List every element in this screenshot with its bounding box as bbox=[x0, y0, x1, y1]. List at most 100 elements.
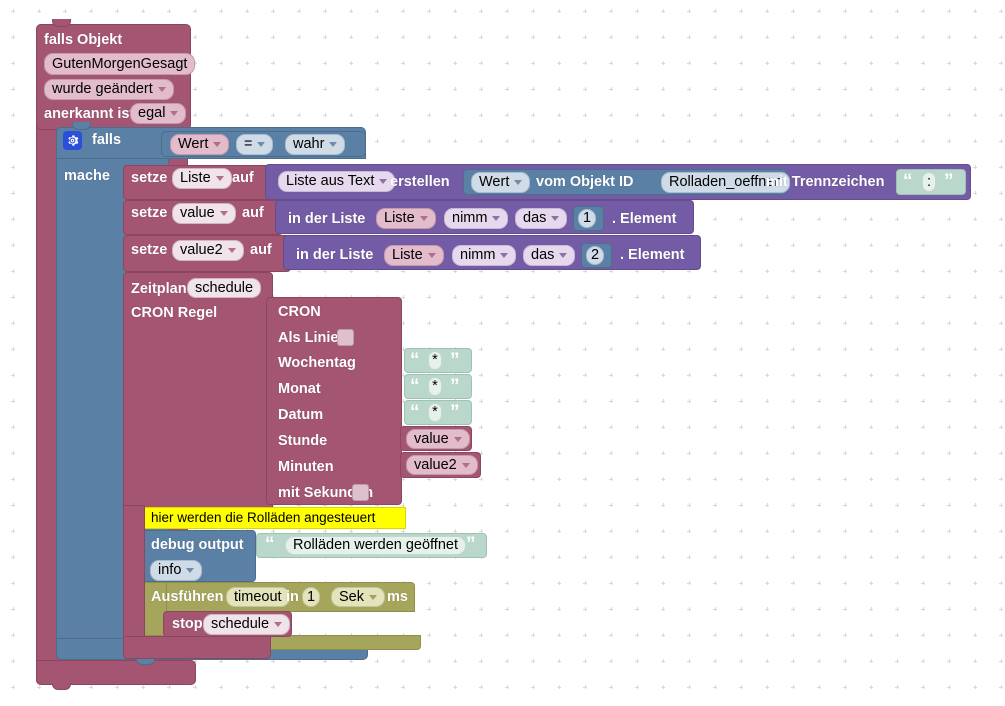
which-label-2: das bbox=[531, 247, 555, 264]
comment-bubble[interactable]: hier werden die Rolläden angesteuert bbox=[143, 507, 406, 529]
chevron-down-icon bbox=[274, 622, 283, 627]
set-list-to-label: auf bbox=[232, 170, 254, 186]
quote-close-icon: ” bbox=[466, 534, 476, 555]
comparison-left-label: Wert bbox=[178, 136, 209, 153]
schedule-label: Zeitplan bbox=[131, 281, 187, 297]
stop-target-label: schedule bbox=[211, 616, 270, 633]
event-ack-label: anerkannt ist bbox=[44, 106, 135, 122]
timeout-unit-dropdown[interactable]: Sek bbox=[331, 587, 385, 607]
blockly-workspace[interactable]: falls Objekt GutenMorgenGesagt wurde geä… bbox=[0, 0, 1005, 706]
event-ack-dropdown[interactable]: egal bbox=[130, 103, 187, 124]
debug-level-label: info bbox=[158, 562, 182, 579]
if-label: falls bbox=[92, 132, 122, 148]
which-dropdown-2[interactable]: das bbox=[523, 245, 576, 266]
cron-text-field-monat[interactable]: * bbox=[428, 377, 442, 396]
set-value2-variable-dropdown[interactable]: value2 bbox=[172, 240, 244, 261]
element-label-1: . Element bbox=[612, 211, 677, 227]
separator-text-field[interactable]: : bbox=[922, 172, 937, 192]
debug-level-dropdown[interactable]: info bbox=[150, 560, 203, 581]
if-block-top-notch bbox=[72, 122, 91, 130]
quote-close-icon: ” bbox=[450, 376, 460, 397]
set-value-variable-dropdown[interactable]: value bbox=[172, 203, 236, 224]
event-block-top-notch bbox=[52, 19, 71, 27]
set-value-variable-label: value bbox=[180, 205, 215, 222]
cron-text-field-datum[interactable]: * bbox=[428, 403, 442, 422]
in-list-label-1: in der Liste bbox=[288, 211, 366, 227]
list-from-text-dropdown[interactable]: Liste aus Text bbox=[278, 171, 396, 192]
of-object-id-label: vom Objekt ID bbox=[536, 174, 634, 190]
chevron-down-icon bbox=[329, 142, 338, 147]
mutator-gear-icon[interactable] bbox=[63, 131, 82, 150]
which-label-1: das bbox=[523, 210, 547, 227]
comparison-operator-dropdown[interactable]: = bbox=[236, 134, 274, 155]
chevron-down-icon bbox=[461, 462, 470, 468]
list-create-label: erstellen bbox=[390, 174, 450, 190]
element-label-2: . Element bbox=[620, 247, 685, 263]
chevron-down-icon bbox=[157, 87, 166, 92]
get-object-state-label: Wert bbox=[479, 174, 510, 191]
event-block-bottom-notch bbox=[52, 683, 71, 690]
cron-text-field-wochentag[interactable]: * bbox=[428, 351, 442, 370]
quote-open-icon: “ bbox=[410, 402, 420, 423]
cron-with-seconds-checkbox[interactable] bbox=[352, 484, 369, 501]
chevron-down-icon bbox=[379, 179, 388, 184]
comparison-right-dropdown[interactable]: wahr bbox=[285, 134, 346, 155]
event-trigger-dropdown[interactable]: wurde geändert bbox=[44, 79, 174, 100]
list-variable-dropdown-1[interactable]: Liste bbox=[376, 208, 436, 229]
set-list-variable-dropdown[interactable]: Liste bbox=[172, 168, 232, 189]
take-dropdown-1[interactable]: nimm bbox=[444, 208, 509, 229]
debug-message-field[interactable]: Rolläden werden geöffnet bbox=[285, 536, 466, 555]
event-trigger-label: wurde geändert bbox=[52, 81, 153, 98]
take-dropdown-2[interactable]: nimm bbox=[452, 245, 517, 266]
timeout-in-label: in bbox=[286, 589, 299, 605]
cron-row-label-datum: Datum bbox=[278, 407, 324, 423]
cron-row-label-minuten: Minuten bbox=[278, 459, 334, 475]
chevron-down-icon bbox=[559, 253, 568, 258]
chevron-down-icon bbox=[427, 253, 436, 258]
chevron-down-icon bbox=[219, 211, 228, 216]
statement-stack-bottom bbox=[123, 636, 271, 659]
quote-open-icon: “ bbox=[410, 350, 420, 371]
event-block-bottom-bar bbox=[36, 660, 196, 685]
comparison-left-variable[interactable]: Wert bbox=[170, 134, 230, 155]
timeout-run-label: Ausführen bbox=[151, 589, 224, 605]
list-variable-label-1: Liste bbox=[384, 210, 415, 227]
cron-variable-dropdown-stunde[interactable]: value bbox=[406, 429, 470, 449]
index-number-field-2[interactable]: 2 bbox=[586, 246, 605, 265]
debug-output-label: debug output bbox=[151, 537, 244, 553]
comparison-operator-label: = bbox=[244, 136, 253, 153]
set-value-to-label: auf bbox=[242, 205, 264, 221]
quote-open-icon: “ bbox=[410, 376, 420, 397]
event-ack-value: egal bbox=[138, 105, 166, 122]
in-list-label-2: in der Liste bbox=[296, 247, 374, 263]
timeout-delay-field[interactable]: 1 bbox=[302, 587, 321, 607]
cron-variable-dropdown-minuten[interactable]: value2 bbox=[406, 455, 478, 475]
cron-as-line-label: Als Linie bbox=[278, 330, 339, 346]
cron-row-label-stunde: Stunde bbox=[278, 433, 328, 449]
cron-as-line-checkbox[interactable] bbox=[337, 329, 354, 346]
schedule-name-field[interactable]: schedule bbox=[187, 278, 262, 298]
set-list-set-label: setze bbox=[131, 170, 168, 186]
statement-stack-spine bbox=[123, 505, 145, 638]
which-dropdown-1[interactable]: das bbox=[515, 208, 568, 229]
index-number-field-1[interactable]: 1 bbox=[578, 209, 597, 228]
chevron-down-icon bbox=[213, 142, 222, 147]
cron-title: CRON bbox=[278, 304, 321, 320]
chevron-down-icon bbox=[419, 216, 428, 221]
take-label-2: nimm bbox=[460, 247, 496, 264]
chevron-down-icon bbox=[186, 568, 195, 573]
set-value2-variable-label: value2 bbox=[180, 242, 223, 259]
set-value-set-label: setze bbox=[131, 205, 168, 221]
timeout-unit-suffix: ms bbox=[387, 589, 408, 605]
timeout-name-field[interactable]: timeout bbox=[226, 587, 290, 607]
timeout-unit-label: Sek bbox=[339, 588, 364, 605]
event-object-id-field[interactable]: GutenMorgenGesagt bbox=[44, 53, 196, 75]
set-value2-to-label: auf bbox=[250, 242, 272, 258]
list-variable-dropdown-2[interactable]: Liste bbox=[384, 245, 444, 266]
list-from-text-label: Liste aus Text bbox=[286, 173, 375, 190]
stop-target-dropdown[interactable]: schedule bbox=[203, 614, 291, 635]
if-block-bottom-notch bbox=[136, 658, 155, 665]
get-object-state-dropdown[interactable]: Wert bbox=[471, 172, 531, 193]
quote-open-icon: “ bbox=[903, 171, 913, 192]
cron-rule-label: CRON Regel bbox=[131, 305, 218, 321]
